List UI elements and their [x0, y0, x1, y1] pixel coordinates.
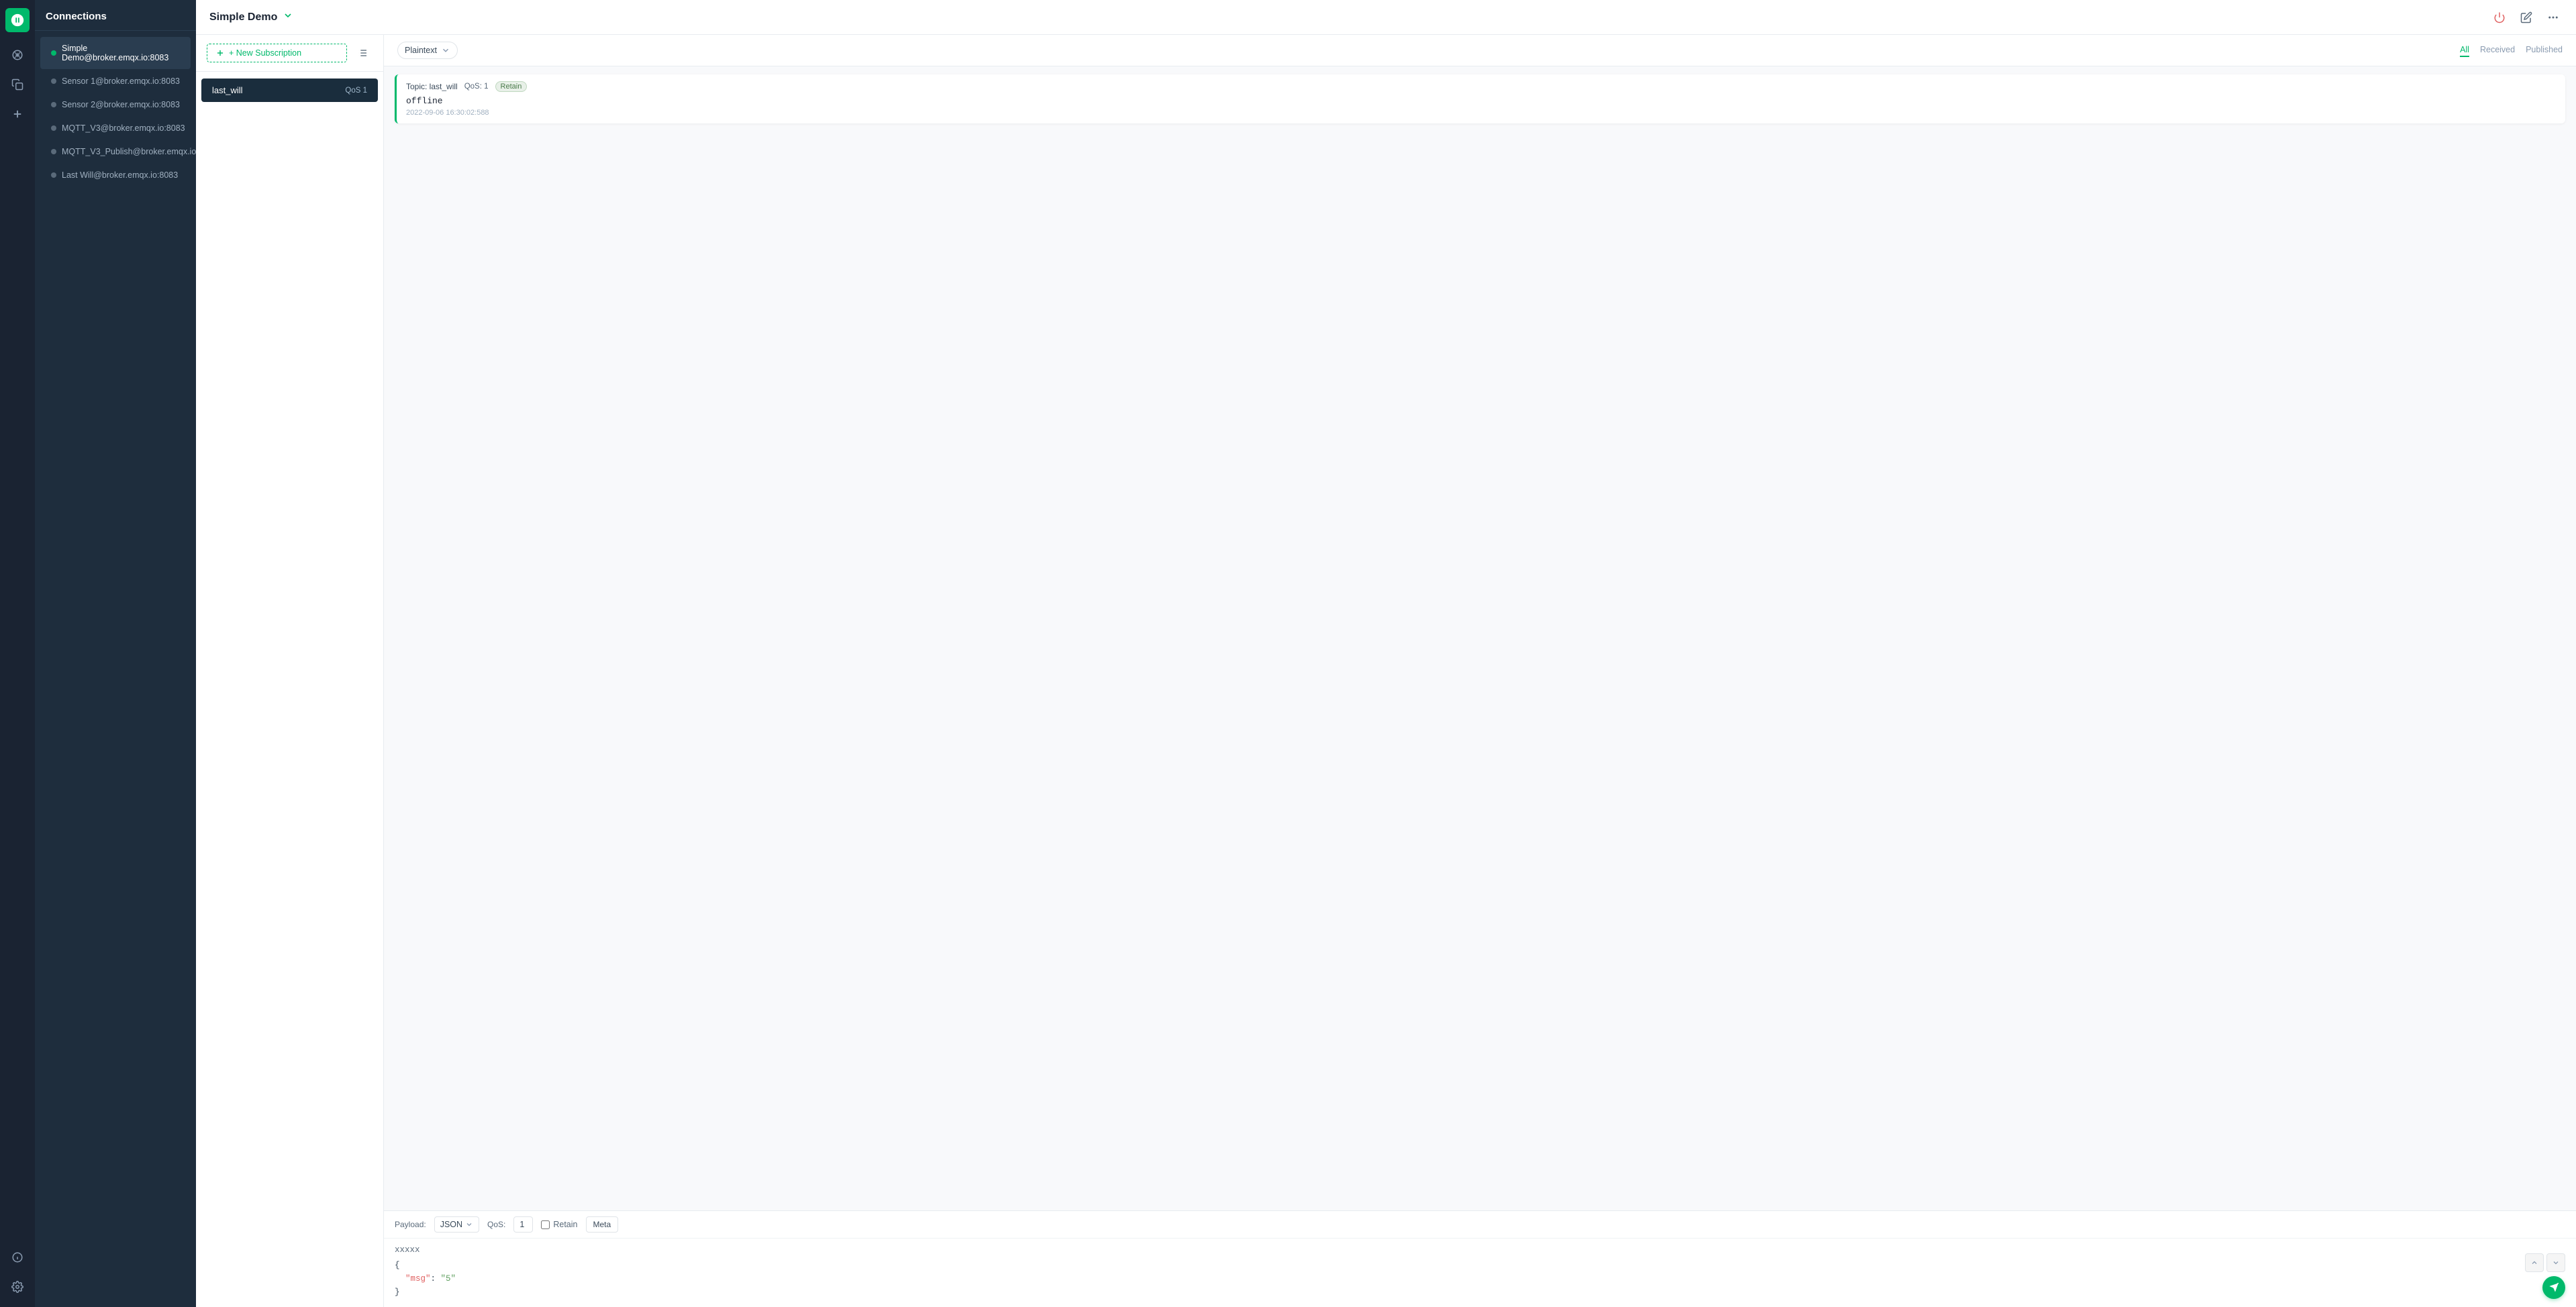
subscription-qos: QoS 1 — [345, 87, 367, 95]
composer-panel: Payload: JSON QoS: 1 — [384, 1210, 2576, 1307]
message-retain-badge: Retain — [495, 81, 528, 92]
connection-item-1[interactable]: Simple Demo@broker.emqx.io:8083 — [40, 37, 191, 69]
connection-item-4[interactable]: MQTT_V3@broker.emqx.io:8083 — [40, 117, 191, 140]
connections-panel: Connections Simple Demo@broker.emqx.io:8… — [35, 0, 196, 1307]
qos-dropdown[interactable]: 1 — [513, 1216, 533, 1233]
main-content: Simple Demo — [196, 0, 2576, 1307]
message-header: Topic: last_will QoS: 1 Retain — [406, 81, 2556, 92]
plaintext-dropdown[interactable]: Plaintext — [397, 42, 458, 59]
json-brace-open: { — [395, 1261, 400, 1270]
connections-header: Connections — [35, 0, 196, 31]
info-icon[interactable] — [5, 1245, 30, 1269]
connection-item-2[interactable]: Sensor 1@broker.emqx.io:8083 — [40, 70, 191, 93]
title-dropdown-icon[interactable] — [283, 10, 293, 24]
message-item-1: Topic: last_will QoS: 1 Retain offline 2… — [395, 74, 2565, 123]
json-brace-close: } — [395, 1288, 400, 1297]
meta-button[interactable]: Meta — [586, 1216, 619, 1233]
plaintext-label: Plaintext — [405, 46, 437, 55]
add-connection-icon[interactable] — [5, 102, 30, 126]
filter-tab-received[interactable]: Received — [2480, 44, 2515, 57]
page-title: Simple Demo — [209, 10, 293, 24]
top-bar: Simple Demo — [196, 0, 2576, 35]
content-area: + New Subscription last_will QoS 1 — [196, 35, 2576, 1307]
json-colon: : — [431, 1274, 441, 1284]
messages-toolbar: Plaintext All Received Published — [384, 35, 2576, 66]
new-subscription-label: + New Subscription — [229, 48, 301, 58]
connection-label: Sensor 1@broker.emqx.io:8083 — [62, 76, 180, 86]
retain-label: Retain — [553, 1220, 577, 1229]
message-topic: Topic: last_will — [406, 82, 458, 91]
connection-label: MQTT_V3_Publish@broker.emqx.io:8083 — [62, 147, 196, 156]
message-timestamp: 2022-09-06 16:30:02:588 — [406, 109, 2556, 117]
message-qos: QoS: 1 — [464, 83, 489, 91]
new-subscription-button[interactable]: + New Subscription — [207, 44, 347, 62]
composer-actions — [2525, 1253, 2565, 1299]
connection-label: Last Will@broker.emqx.io:8083 — [62, 170, 178, 180]
connection-label: Simple Demo@broker.emqx.io:8083 — [62, 44, 180, 62]
filter-tabs: All Received Published — [2460, 44, 2563, 57]
message-body: offline — [406, 96, 2556, 106]
top-bar-actions — [2490, 8, 2563, 27]
connection-list: Simple Demo@broker.emqx.io:8083 Sensor 1… — [35, 31, 196, 1307]
app-logo[interactable] — [5, 8, 30, 32]
power-button[interactable] — [2490, 8, 2509, 27]
json-value: "5" — [441, 1274, 456, 1284]
messages-panel: Plaintext All Received Published Topic: … — [384, 35, 2576, 1307]
scroll-down-button[interactable] — [2546, 1253, 2565, 1272]
payload-label: Payload: — [395, 1220, 426, 1229]
format-dropdown[interactable]: JSON — [434, 1216, 479, 1233]
connection-status-dot — [51, 50, 56, 56]
scroll-up-button[interactable] — [2525, 1253, 2544, 1272]
filter-tab-all[interactable]: All — [2460, 44, 2469, 57]
settings-icon[interactable] — [5, 1275, 30, 1299]
filter-tab-published[interactable]: Published — [2526, 44, 2563, 57]
json-key: "msg" — [405, 1274, 431, 1284]
send-button[interactable] — [2542, 1276, 2565, 1299]
connection-status-dot — [51, 172, 56, 178]
icon-bar — [0, 0, 35, 1307]
connection-status-dot — [51, 149, 56, 154]
connection-item-3[interactable]: Sensor 2@broker.emqx.io:8083 — [40, 93, 191, 116]
subscription-list: last_will QoS 1 — [196, 72, 383, 1307]
json-editor[interactable]: { "msg": "5" } — [395, 1259, 2520, 1299]
subscription-topic: last_will — [212, 85, 243, 95]
subscriptions-header: + New Subscription — [196, 35, 383, 72]
connection-status-dot — [51, 125, 56, 131]
retain-checkbox[interactable]: Retain — [541, 1220, 577, 1229]
subscriptions-filter-icon[interactable] — [352, 43, 373, 63]
composer-toolbar: Payload: JSON QoS: 1 — [384, 1211, 2576, 1239]
connection-item-6[interactable]: Last Will@broker.emqx.io:8083 — [40, 164, 191, 187]
copy-nav-icon[interactable] — [5, 72, 30, 97]
retain-input[interactable] — [541, 1220, 550, 1229]
scroll-buttons — [2525, 1253, 2565, 1272]
composer-body: { "msg": "5" } — [384, 1239, 2576, 1307]
subscription-item-1[interactable]: last_will QoS 1 — [201, 79, 378, 102]
connection-status-dot — [51, 102, 56, 107]
composer-input-area: { "msg": "5" } — [395, 1244, 2520, 1299]
topic-input[interactable] — [395, 1244, 2520, 1256]
connection-item-5[interactable]: MQTT_V3_Publish@broker.emqx.io:8083 — [40, 140, 191, 163]
format-label: JSON — [440, 1220, 462, 1229]
messages-list: Topic: last_will QoS: 1 Retain offline 2… — [384, 66, 2576, 1210]
subscriptions-panel: + New Subscription last_will QoS 1 — [196, 35, 384, 1307]
edit-button[interactable] — [2517, 8, 2536, 27]
qos-label: QoS: — [487, 1220, 505, 1229]
more-button[interactable] — [2544, 8, 2563, 27]
connection-label: MQTT_V3@broker.emqx.io:8083 — [62, 123, 185, 133]
qos-value: 1 — [519, 1220, 524, 1229]
connection-status-dot — [51, 79, 56, 84]
connections-nav-icon[interactable] — [5, 43, 30, 67]
title-text: Simple Demo — [209, 11, 277, 23]
connection-label: Sensor 2@broker.emqx.io:8083 — [62, 100, 180, 109]
